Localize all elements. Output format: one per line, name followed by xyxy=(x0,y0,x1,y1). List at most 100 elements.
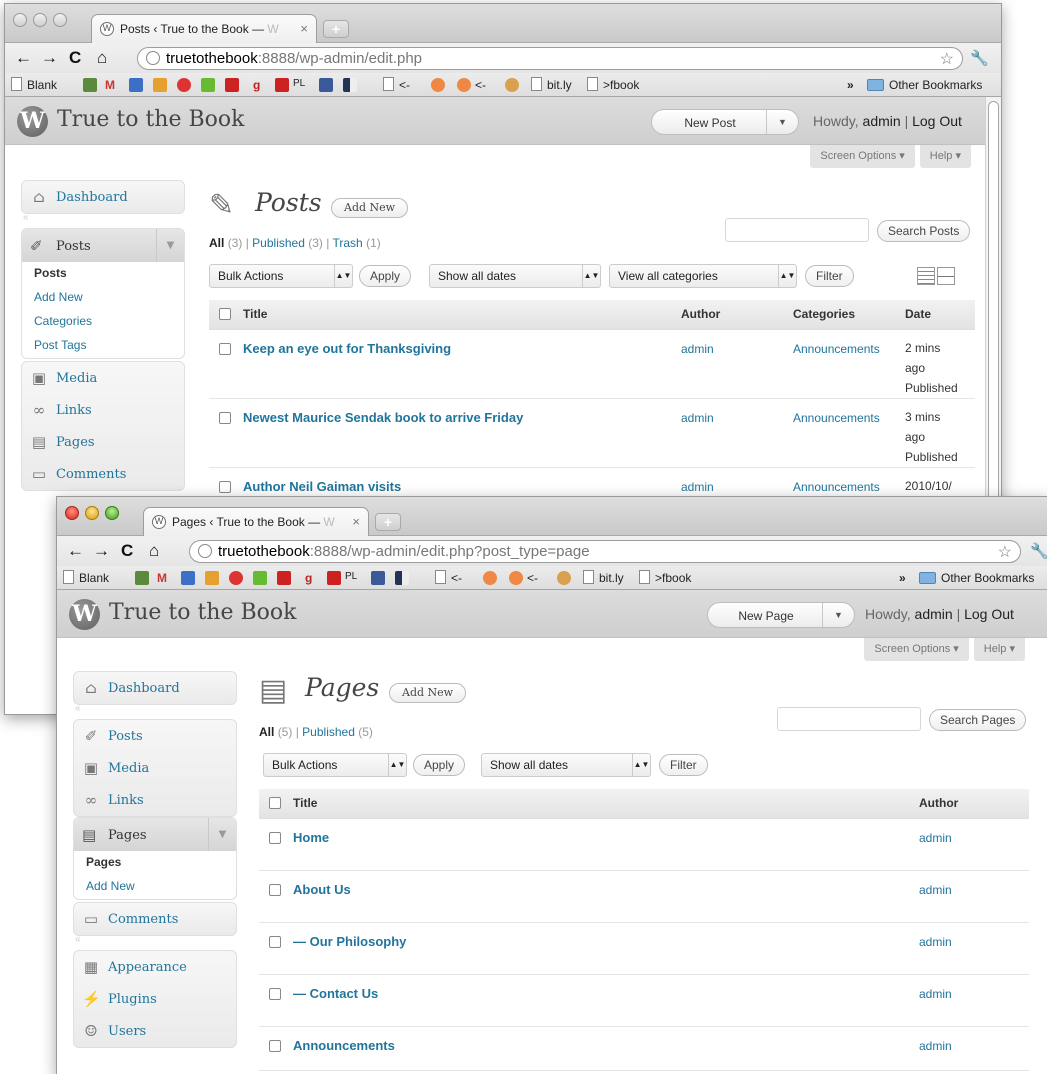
page-author-link[interactable]: admin xyxy=(919,1026,1029,1071)
chevron-down-icon[interactable]: ▼ xyxy=(822,603,854,627)
address-bar[interactable]: truetothebook:8888/wp-admin/edit.php?pos… xyxy=(189,540,1021,563)
category-filter-select[interactable]: View all categories ▲▼ xyxy=(609,264,797,288)
wrench-menu-icon[interactable]: 🔧 xyxy=(1030,542,1047,560)
filter-button[interactable]: Filter xyxy=(659,754,708,776)
bookmark-icon-12[interactable] xyxy=(395,571,409,585)
home-icon[interactable]: ⌂ xyxy=(149,541,159,561)
tab-close-icon[interactable]: × xyxy=(300,21,308,36)
menu-item-media[interactable]: ▣ Media xyxy=(74,752,236,784)
post-title-link[interactable]: Keep an eye out for Thanksgiving xyxy=(243,329,681,399)
bookmark-icon-14[interactable] xyxy=(483,571,497,585)
submenu-post-tags[interactable]: Post Tags xyxy=(22,334,184,358)
scrollbar-thumb[interactable] xyxy=(988,101,999,521)
post-author-link[interactable]: admin xyxy=(681,398,793,468)
page-title-link[interactable]: About Us xyxy=(293,870,919,923)
add-new-post-button[interactable]: Add New xyxy=(331,198,409,218)
row-checkbox[interactable] xyxy=(269,831,281,844)
site-title[interactable]: True to the Book xyxy=(109,600,296,625)
bookmark-icon-5[interactable] xyxy=(177,78,191,92)
page-author-link[interactable]: admin xyxy=(919,974,1029,1027)
menu-item-plugins[interactable]: ⚡ Plugins xyxy=(74,983,236,1015)
row-checkbox[interactable] xyxy=(269,987,281,1000)
page-title-link[interactable]: — Contact Us xyxy=(293,974,919,1027)
column-categories[interactable]: Categories xyxy=(793,300,905,330)
user-profile-link[interactable]: admin xyxy=(915,606,953,622)
row-checkbox[interactable] xyxy=(219,480,231,493)
facebook-bookmark-icon[interactable] xyxy=(371,571,385,585)
submenu-posts[interactable]: Posts xyxy=(22,262,184,286)
reload-icon[interactable]: C xyxy=(121,541,133,561)
page-title-link[interactable]: Home xyxy=(293,818,919,871)
site-title[interactable]: True to the Book xyxy=(57,107,244,132)
menu-item-comments[interactable]: ▭ Comments xyxy=(74,903,236,935)
screen-options-button[interactable]: Screen Options ▾ xyxy=(810,145,915,168)
row-checkbox[interactable] xyxy=(269,935,281,948)
calendar-bookmark-icon[interactable] xyxy=(129,78,143,92)
bookmark-star-icon[interactable]: ☆ xyxy=(998,542,1012,562)
bookmark-icon-14[interactable] xyxy=(431,78,445,92)
minimize-window-button[interactable] xyxy=(85,506,99,520)
back-arrow-icon[interactable]: ← xyxy=(67,541,84,561)
fm-bookmark-icon[interactable] xyxy=(83,78,97,92)
post-category-link[interactable]: Announcements xyxy=(793,329,905,399)
row-checkbox[interactable] xyxy=(219,411,231,424)
wordpress-logo-icon[interactable]: W xyxy=(17,106,48,137)
filter-all[interactable]: All xyxy=(259,725,274,739)
facebook-bookmark-icon[interactable] xyxy=(319,78,333,92)
close-window-button[interactable] xyxy=(13,13,27,27)
more-bookmarks-chevron-icon[interactable]: » xyxy=(847,78,854,92)
post-author-link[interactable]: admin xyxy=(681,329,793,399)
other-bookmarks[interactable]: Other Bookmarks xyxy=(889,78,982,92)
column-author[interactable]: Author xyxy=(681,300,793,330)
menu-separator[interactable] xyxy=(73,703,237,719)
favorite-actions-dropdown[interactable]: New Page ▼ xyxy=(707,602,855,628)
menu-item-pages[interactable]: ▤ Pages xyxy=(22,426,184,458)
add-new-page-button[interactable]: Add New xyxy=(389,683,467,703)
wordpress-logo-icon[interactable]: W xyxy=(69,599,100,630)
gmail-bookmark-icon[interactable]: M xyxy=(157,571,167,585)
post-category-link[interactable]: Announcements xyxy=(793,398,905,468)
page-title-link[interactable]: Announcements xyxy=(293,1026,919,1071)
row-checkbox[interactable] xyxy=(219,342,231,355)
search-input[interactable] xyxy=(725,218,869,242)
bookmark-star-icon[interactable]: ☆ xyxy=(940,49,954,69)
bookmark-icon-4[interactable] xyxy=(205,571,219,585)
filter-trash[interactable]: Trash xyxy=(333,236,363,250)
user-profile-link[interactable]: admin xyxy=(863,113,901,129)
page-author-link[interactable]: admin xyxy=(919,818,1029,871)
menu-item-links[interactable]: ∞ Links xyxy=(22,394,184,426)
screen-options-button[interactable]: Screen Options ▾ xyxy=(864,638,969,661)
more-bookmarks-chevron-icon[interactable]: » xyxy=(899,571,906,585)
bookmark-icon-16[interactable] xyxy=(505,78,519,92)
bookmark-icon-5[interactable] xyxy=(229,571,243,585)
bulk-actions-select[interactable]: Bulk Actions ▲▼ xyxy=(263,753,407,777)
apply-button[interactable]: Apply xyxy=(359,265,412,287)
excerpt-view-icon[interactable] xyxy=(937,267,955,285)
filter-published[interactable]: Published xyxy=(302,725,355,739)
page-author-link[interactable]: admin xyxy=(919,870,1029,923)
submenu-add-new[interactable]: Add New xyxy=(74,875,236,899)
bookmark-icon-16[interactable] xyxy=(557,571,571,585)
menu-toggle-arrow-icon[interactable]: ▼ xyxy=(156,229,184,262)
menu-item-dashboard[interactable]: ⌂ Dashboard xyxy=(74,672,236,704)
filter-published[interactable]: Published xyxy=(252,236,305,250)
page-title-link[interactable]: — Our Philosophy xyxy=(293,922,919,975)
logout-link[interactable]: Log Out xyxy=(964,606,1014,622)
column-title[interactable]: Title xyxy=(293,789,919,819)
logout-link[interactable]: Log Out xyxy=(912,113,962,129)
column-author[interactable]: Author xyxy=(919,789,1029,819)
bookmark-icon-7[interactable] xyxy=(277,571,291,585)
bookmark-icon-12[interactable] xyxy=(343,78,357,92)
forward-arrow-icon[interactable]: → xyxy=(41,48,58,68)
zoom-window-button[interactable] xyxy=(53,13,67,27)
date-filter-select[interactable]: Show all dates ▲▼ xyxy=(481,753,651,777)
menu-toggle-arrow-icon[interactable]: ▼ xyxy=(208,818,236,851)
list-view-icon[interactable] xyxy=(917,267,935,285)
tab-posts[interactable]: W Posts ‹ True to the Book — W × xyxy=(91,14,317,44)
menu-item-posts[interactable]: ✐ Posts ▼ xyxy=(22,229,184,262)
checkbox-bookmark-icon[interactable] xyxy=(201,78,215,92)
bookmark-icon-15[interactable] xyxy=(457,78,471,92)
page-author-link[interactable]: admin xyxy=(919,922,1029,975)
menu-separator[interactable] xyxy=(73,934,237,950)
menu-item-appearance[interactable]: ▦ Appearance xyxy=(74,951,236,983)
